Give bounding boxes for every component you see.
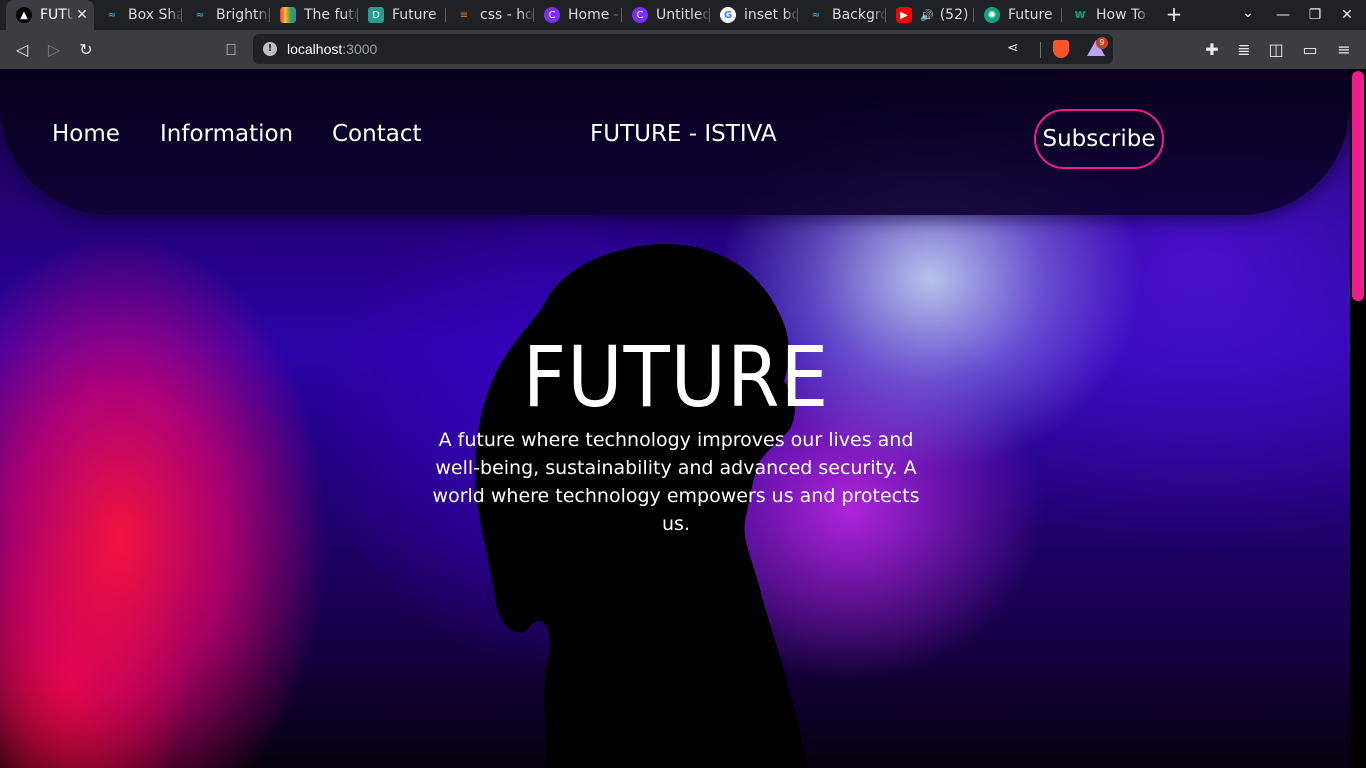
page-viewport: Home Information Contact FUTURE - ISTIVA… [0, 69, 1366, 768]
tab-future-2[interactable]: D Future [358, 0, 446, 30]
menu-icon[interactable]: ≡ [1332, 38, 1356, 62]
d-icon: D [368, 7, 384, 23]
forward-icon[interactable]: ▷ [42, 38, 66, 62]
playlist-icon[interactable]: ≣ [1232, 38, 1256, 62]
nav-information-link[interactable]: Information [160, 121, 293, 147]
speaker-icon: 🔊 [920, 8, 934, 22]
tab-untitled[interactable]: C Untitled [622, 0, 710, 30]
wallet-icon[interactable]: ▭ [1298, 38, 1322, 62]
canva-icon: C [632, 7, 648, 23]
tab-label: Untitled [656, 7, 710, 23]
chatgpt-icon: ✺ [984, 7, 1000, 23]
tailwind-icon: ≈ [195, 9, 205, 21]
reload-icon[interactable]: ↻ [74, 38, 98, 62]
url-text[interactable]: localhost:3000 [287, 41, 377, 57]
tab-how-to[interactable]: W How To [1062, 0, 1150, 30]
tab-label: Future [392, 7, 437, 23]
divider [1040, 42, 1041, 58]
youtube-icon: ▶ [896, 7, 912, 23]
tab-label: How To [1096, 7, 1146, 23]
tab-inset-box[interactable]: G inset box [710, 0, 798, 30]
nav-home-link[interactable]: Home [52, 121, 120, 147]
new-tab-button[interactable]: + [1162, 3, 1186, 27]
tab-brightness[interactable]: ≈ Brightness [182, 0, 270, 30]
tab-box-shadow[interactable]: ≈ Box Shadow [94, 0, 182, 30]
w3schools-icon: W [1074, 9, 1086, 21]
share-icon[interactable]: ⋖ [1007, 40, 1019, 56]
tailwind-icon: ≈ [107, 9, 117, 21]
close-window-icon[interactable]: ✕ [1336, 4, 1358, 26]
address-bar[interactable]: ! localhost:3000 ⋖ 9 [253, 34, 1113, 64]
vercel-triangle-icon: ▲ [16, 7, 32, 23]
tab-the-future[interactable]: The future [270, 0, 358, 30]
hero-title: FUTURE [522, 328, 830, 426]
tab-background[interactable]: ≈ Background [798, 0, 886, 30]
close-tab-icon[interactable]: ✕ [74, 7, 90, 23]
tab-label: The future [304, 7, 358, 23]
tab-label: Background [832, 7, 886, 23]
tab-label: inset box [744, 7, 798, 23]
tab-label: Box Shadow [128, 7, 182, 23]
extensions-icon[interactable]: ✚ [1200, 38, 1224, 62]
tab-strip: ▲ FUTURE ✕ ≈ Box Shadow ≈ Brightness The… [0, 0, 1366, 30]
tab-label: css - how [480, 7, 534, 23]
brave-shields-icon[interactable] [1053, 40, 1069, 58]
tab-label: FUTURE [40, 7, 74, 23]
tab-label: Home - [568, 7, 619, 23]
tab-youtube[interactable]: ▶ 🔊 (52) [886, 0, 974, 30]
tab-label: (52) [939, 7, 969, 23]
bookmark-icon[interactable]: ⎕ [219, 38, 243, 62]
scrollbar-thumb[interactable] [1352, 71, 1364, 301]
subscribe-button[interactable]: Subscribe [1034, 109, 1164, 169]
site-info-icon[interactable]: ! [263, 42, 277, 56]
tailwind-icon: ≈ [811, 9, 821, 21]
sidebar-icon[interactable]: ◫ [1264, 38, 1288, 62]
minimize-icon[interactable]: — [1272, 4, 1294, 26]
tab-search-chevron-icon[interactable]: ⌄ [1238, 5, 1258, 25]
tab-home[interactable]: C Home - [534, 0, 622, 30]
tab-label: Future [1008, 7, 1053, 23]
tab-future-active[interactable]: ▲ FUTURE ✕ [6, 0, 94, 30]
nav-contact-link[interactable]: Contact [332, 121, 421, 147]
site-brand: FUTURE - ISTIVA [590, 121, 777, 147]
rewards-badge: 9 [1096, 37, 1108, 49]
stackoverflow-icon: ≡ [459, 9, 469, 21]
browser-toolbar: ◁ ▷ ↻ ⎕ ! localhost:3000 ⋖ 9 ✚ ≣ ◫ ▭ ≡ [0, 30, 1366, 69]
canva-icon: C [544, 7, 560, 23]
tab-future-3[interactable]: ✺ Future [974, 0, 1062, 30]
hero-description: A future where technology improves our l… [432, 429, 920, 535]
back-icon[interactable]: ◁ [10, 38, 34, 62]
restore-icon[interactable]: ❐ [1304, 4, 1326, 26]
rainbow-icon [280, 7, 296, 23]
google-icon: G [720, 7, 736, 23]
site-navbar: Home Information Contact FUTURE - ISTIVA… [0, 69, 1350, 215]
tab-label: Brightness [216, 7, 270, 23]
tab-css-how[interactable]: ≡ css - how [446, 0, 534, 30]
